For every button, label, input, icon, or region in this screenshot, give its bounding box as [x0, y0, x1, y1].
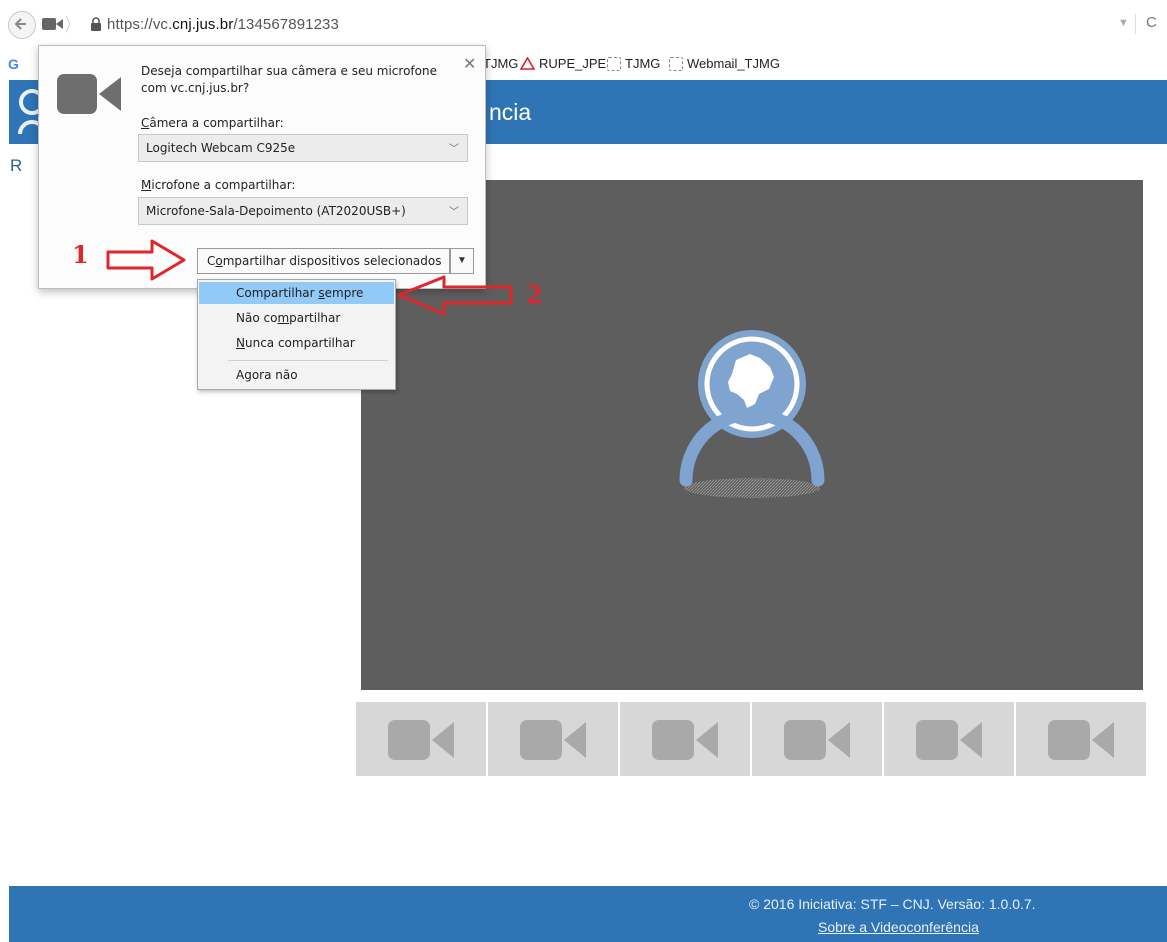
video-camera-icon	[784, 720, 850, 760]
url-dropdown-icon[interactable]: ▼	[1118, 17, 1129, 29]
participant-slot[interactable]	[752, 702, 882, 776]
annotation-step-2: 2	[526, 280, 543, 309]
bookmark-tjmg-2[interactable]: TJMG	[607, 56, 660, 71]
page-title: ncia	[489, 99, 532, 125]
menu-item-always-share[interactable]: Compartilhar sempre	[199, 282, 394, 304]
participant-slot[interactable]	[1016, 702, 1146, 776]
participant-slot[interactable]	[356, 702, 486, 776]
camera-permission-icon[interactable]	[40, 14, 70, 34]
camera-select-value: Logitech Webcam C925e	[146, 141, 296, 155]
video-camera-icon	[916, 720, 982, 760]
dialog-question: Deseja compartilhar sua câmera e seu mic…	[141, 64, 437, 95]
lock-icon	[91, 17, 101, 31]
video-camera-icon	[652, 720, 718, 760]
bookmark-label: TJMG	[483, 56, 519, 71]
bookmark-webmail-tjmg[interactable]: Webmail_TJMG	[669, 56, 780, 71]
share-options-dropdown-button[interactable]: ▼	[450, 248, 474, 274]
chevron-down-icon: ﹀	[449, 144, 459, 155]
video-camera-icon	[520, 720, 586, 760]
microphone-select[interactable]: Microfone-Sala-Depoimento (AT2020USB+) ﹀	[138, 197, 468, 225]
annotation-step-1: 1	[72, 240, 89, 269]
microphone-label: Microfone a compartilhar:	[141, 178, 296, 192]
browser-url-bar: https://vc.cnj.jus.br/134567891233 ▼ C	[0, 0, 1167, 46]
menu-item-not-now[interactable]: Agora não	[199, 364, 394, 386]
annotation-arrow-right-icon	[106, 239, 186, 281]
bookmark-label: TJMG	[625, 56, 661, 71]
video-camera-icon	[1048, 720, 1114, 760]
dashed-page-icon	[669, 56, 683, 71]
video-camera-icon	[388, 720, 454, 760]
toolbar-divider	[1135, 14, 1136, 34]
camera-label: Câmera a compartilhar:	[141, 116, 284, 130]
bookmark-rupe-jpe[interactable]: RUPE_JPE	[520, 56, 606, 71]
brazil-avatar-icon	[679, 330, 825, 498]
menu-divider	[228, 360, 388, 361]
share-button-label: Compartilhar dispositivos selecionados	[207, 254, 442, 268]
bookmark-google[interactable]: G	[8, 56, 19, 72]
microphone-select-value: Microfone-Sala-Depoimento (AT2020USB+)	[146, 204, 406, 218]
page-footer: © 2016 Iniciativa: STF – CNJ. Versão: 1.…	[9, 886, 1167, 942]
caret-down-icon: ▼	[457, 255, 467, 266]
video-camera-icon	[57, 74, 121, 114]
arrow-left-icon	[14, 18, 26, 30]
close-icon[interactable]: ✕	[463, 54, 476, 73]
about-link[interactable]: Sobre a Videoconferência	[818, 919, 979, 935]
footer-copyright: © 2016 Iniciativa: STF – CNJ. Versão: 1.…	[749, 896, 1036, 912]
bookmark-label: RUPE_JPE	[539, 56, 607, 71]
menu-item-dont-share[interactable]: Não compartilhar	[199, 307, 394, 329]
reload-icon[interactable]: C	[1146, 14, 1157, 31]
google-icon: G	[8, 56, 19, 72]
url-field[interactable]: https://vc.cnj.jus.br/134567891233	[107, 16, 339, 33]
back-button[interactable]	[8, 11, 36, 39]
dashed-page-icon	[607, 56, 621, 71]
chevron-down-icon: ﹀	[449, 207, 459, 218]
participant-slot[interactable]	[620, 702, 750, 776]
bookmark-label: Webmail_TJMG	[687, 56, 780, 71]
warning-triangle-icon	[520, 57, 535, 70]
participant-slot[interactable]	[884, 702, 1014, 776]
bookmark-tjmg-1[interactable]: TJMG	[483, 56, 518, 71]
annotation-arrow-left-icon	[397, 275, 513, 316]
room-label: R	[10, 156, 23, 175]
share-selected-devices-button[interactable]: Compartilhar dispositivos selecionados	[197, 248, 450, 274]
share-options-menu: Compartilhar sempre Não compartilhar Nun…	[197, 279, 396, 390]
camera-select[interactable]: Logitech Webcam C925e ﹀	[138, 134, 468, 162]
participant-slot[interactable]	[488, 702, 618, 776]
menu-item-never-share[interactable]: Nunca compartilhar	[199, 332, 394, 354]
participant-thumbnails	[356, 702, 1146, 776]
